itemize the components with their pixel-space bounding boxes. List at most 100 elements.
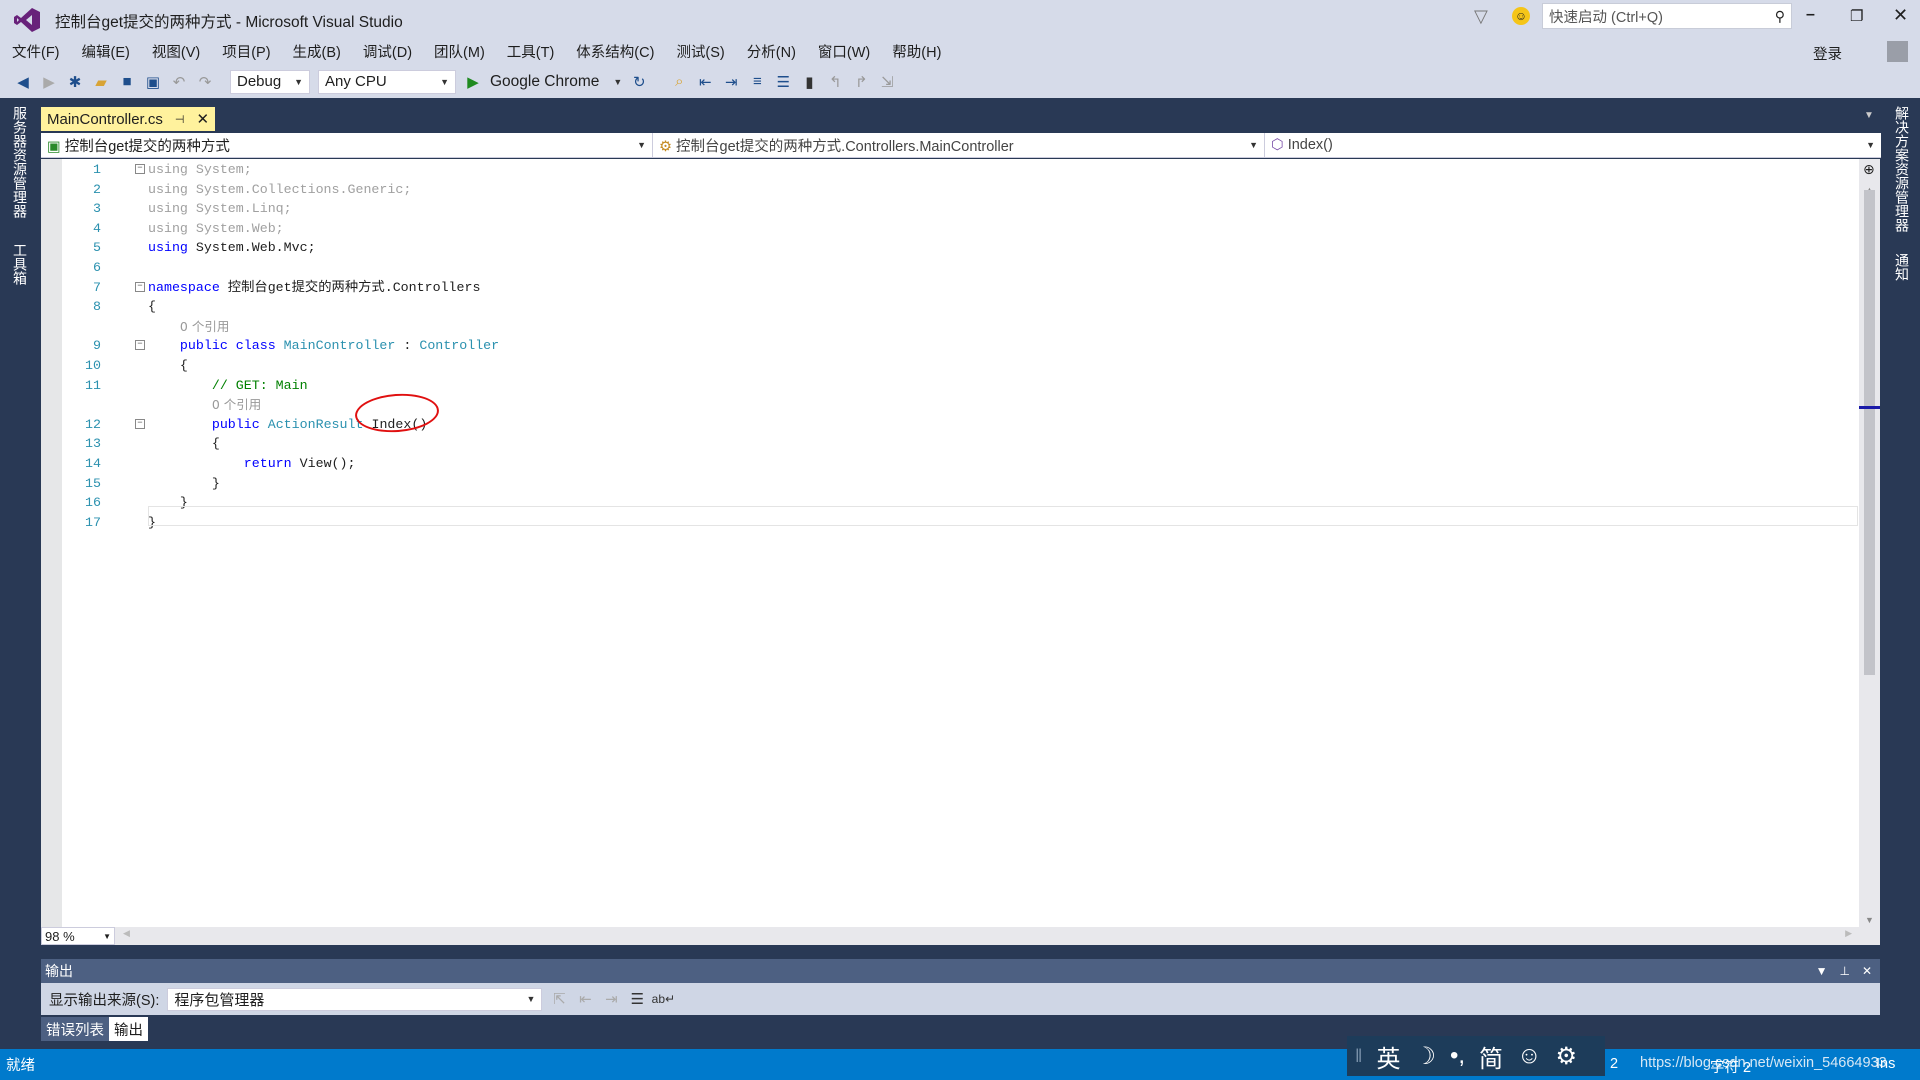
status-ready: 就绪 xyxy=(6,1058,35,1074)
save-icon[interactable]: ■ xyxy=(118,73,136,91)
back-icon[interactable]: ◀ xyxy=(14,73,32,91)
panel-menu-icon[interactable]: ▼ xyxy=(1816,964,1828,978)
prev-message-icon[interactable]: ⇤ xyxy=(576,990,594,1008)
member-dropdown[interactable]: ⬡ Index() ▼ xyxy=(1265,133,1881,157)
feedback-filter-icon[interactable]: ▽ xyxy=(1474,6,1488,27)
project-dropdown[interactable]: ▣ 控制台get提交的两种方式 ▼ xyxy=(41,133,653,157)
code-text: // GET: Main xyxy=(211,377,308,393)
chevron-down-icon: ▼ xyxy=(440,76,449,87)
solution-explorer-tab[interactable]: 解决方案资源管理器 xyxy=(1892,106,1912,232)
split-editor-icon[interactable]: ⊕ xyxy=(1863,161,1875,178)
redo-icon[interactable]: ↷ xyxy=(196,73,214,91)
toggle-icon[interactable]: ⇥ xyxy=(722,73,740,91)
ime-drag-handle[interactable]: ‖ xyxy=(1355,1046,1362,1067)
menu-file[interactable]: 文件(F) xyxy=(12,41,60,62)
solution-config-select[interactable]: Debug ▼ xyxy=(230,69,310,94)
restore-button[interactable]: ❐ xyxy=(1850,7,1863,25)
tab-overflow-icon[interactable]: ▼ xyxy=(1864,110,1874,121)
scroll-left-icon[interactable]: ◀ xyxy=(123,928,130,939)
word-wrap-icon[interactable]: ab↵ xyxy=(652,990,675,1008)
menu-view[interactable]: 视图(V) xyxy=(152,41,200,62)
pin-icon[interactable]: ⊥ xyxy=(1839,964,1849,978)
tab-output[interactable]: 输出 xyxy=(109,1017,148,1041)
punctuation-icon[interactable]: •, xyxy=(1450,1042,1465,1070)
line-number: 11 xyxy=(85,377,101,393)
settings-icon[interactable]: ⚙ xyxy=(1556,1042,1578,1071)
tab-maincontroller[interactable]: MainController.cs ⊣ ✕ xyxy=(41,107,216,131)
code-editor[interactable]: 1− using System; 2 using System.Collections… xyxy=(41,159,1859,927)
start-icon[interactable]: ▶ xyxy=(464,73,482,91)
output-source-select[interactable]: 程序包管理器 ▼ xyxy=(167,987,543,1011)
class-dropdown[interactable]: ⚙ 控制台get提交的两种方式.Controllers.MainControll… xyxy=(653,133,1265,157)
platform-select[interactable]: Any CPU ▼ xyxy=(318,69,456,94)
save-all-icon[interactable]: ▣ xyxy=(144,73,162,91)
run-target-button[interactable]: Google Chrome xyxy=(490,73,599,91)
find-in-files-icon[interactable]: ⌕ xyxy=(670,73,688,91)
ime-language-toggle[interactable]: 英 xyxy=(1376,1039,1400,1074)
menu-window[interactable]: 窗口(W) xyxy=(818,41,870,62)
toolbox-tab[interactable]: 工具箱 xyxy=(10,243,30,285)
notifications-tab[interactable]: 通知 xyxy=(1892,253,1912,281)
open-file-icon[interactable]: ▰ xyxy=(92,73,110,91)
step-icon[interactable]: ⇤ xyxy=(696,73,714,91)
close-panel-icon[interactable]: ✕ xyxy=(1862,964,1872,978)
indicator-margin xyxy=(41,159,62,927)
minimize-button[interactable]: – xyxy=(1806,6,1815,24)
close-button[interactable]: ✕ xyxy=(1893,5,1908,26)
undo-icon[interactable]: ↶ xyxy=(170,73,188,91)
sign-in-link[interactable]: 登录 xyxy=(1813,43,1842,64)
menu-team[interactable]: 团队(M) xyxy=(434,41,485,62)
menu-edit[interactable]: 编辑(E) xyxy=(82,41,130,62)
menu-project[interactable]: 项目(P) xyxy=(222,41,270,62)
codelens-row[interactable]: 0 个引用 xyxy=(41,317,1859,337)
next-bookmark-icon[interactable]: ↱ xyxy=(852,73,870,91)
bookmark-icon[interactable]: ▮ xyxy=(800,73,818,91)
account-avatar[interactable] xyxy=(1887,41,1908,62)
clear-bookmarks-icon[interactable]: ⇲ xyxy=(878,73,896,91)
menu-tools[interactable]: 工具(T) xyxy=(507,41,555,62)
collapse-icon[interactable]: − xyxy=(135,281,145,292)
scrollbar-thumb[interactable] xyxy=(1864,190,1875,675)
prev-bookmark-icon[interactable]: ↰ xyxy=(826,73,844,91)
find-message-icon[interactable]: ⇱ xyxy=(550,990,568,1008)
code-line: 7 − namespace 控制台get提交的两种方式.Controllers xyxy=(41,278,1859,298)
collapse-icon[interactable]: − xyxy=(135,418,145,429)
chevron-down-icon: ▼ xyxy=(637,140,646,150)
scroll-right-icon[interactable]: ▶ xyxy=(1845,928,1852,939)
emoji-icon[interactable]: ☺ xyxy=(1517,1042,1542,1070)
menu-architecture[interactable]: 体系结构(C) xyxy=(576,41,654,62)
status-column: 2 xyxy=(1610,1056,1619,1072)
codelens-row[interactable]: 0 个引用 xyxy=(41,395,1859,415)
menu-test[interactable]: 测试(S) xyxy=(676,41,724,62)
zoom-select[interactable]: 98 % ▼ xyxy=(41,927,115,945)
moon-icon[interactable]: ☽ xyxy=(1414,1042,1436,1071)
collapse-icon[interactable]: − xyxy=(135,340,145,351)
menu-debug[interactable]: 调试(D) xyxy=(363,41,412,62)
quick-launch-input[interactable]: 快速启动 (Ctrl+Q) ⚲ xyxy=(1542,3,1792,29)
collapse-icon[interactable]: − xyxy=(135,164,145,174)
pin-icon[interactable]: ⊣ xyxy=(175,113,185,126)
status-char: 字符 2 xyxy=(1710,1060,1752,1076)
smiley-feedback-icon[interactable]: ☺ xyxy=(1512,7,1530,25)
new-project-icon[interactable]: ✱ xyxy=(66,73,84,91)
comment-icon[interactable]: ≡ xyxy=(748,73,766,91)
menu-build[interactable]: 生成(B) xyxy=(293,41,341,62)
tab-error-list[interactable]: 错误列表 xyxy=(41,1017,109,1041)
menu-analyze[interactable]: 分析(N) xyxy=(747,41,796,62)
chevron-down-icon: ▼ xyxy=(1249,140,1258,150)
close-tab-icon[interactable]: ✕ xyxy=(196,110,209,128)
menu-help[interactable]: 帮助(H) xyxy=(892,41,941,62)
chevron-down-icon: ▼ xyxy=(526,994,536,1004)
clear-all-icon[interactable]: ☰ xyxy=(628,990,646,1008)
chevron-down-icon[interactable]: ▼ xyxy=(613,77,622,87)
uncomment-icon[interactable]: ☰ xyxy=(774,73,792,91)
server-explorer-tab[interactable]: 服务器资源管理器 xyxy=(10,106,30,218)
ime-simplified-toggle[interactable]: 简 xyxy=(1479,1039,1503,1074)
scroll-down-icon[interactable]: ▼ xyxy=(1865,915,1874,925)
refresh-icon[interactable]: ↻ xyxy=(630,73,648,91)
forward-icon[interactable]: ▶ xyxy=(40,73,58,91)
chevron-down-icon: ▼ xyxy=(294,76,303,87)
code-text: { xyxy=(148,299,156,315)
next-message-icon[interactable]: ⇥ xyxy=(602,990,620,1008)
code-line: 1 − using System; xyxy=(41,160,1859,180)
